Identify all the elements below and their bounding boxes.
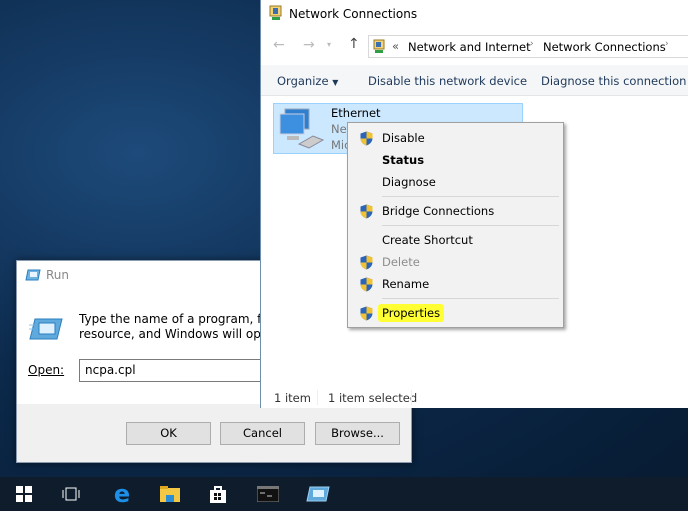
command-prompt-icon[interactable] — [248, 477, 288, 511]
organize-menu[interactable]: Organize ▼ — [277, 74, 338, 88]
network-folder-icon — [373, 39, 385, 53]
menu-item-create-shortcut[interactable]: Create Shortcut — [348, 229, 563, 251]
dropdown-arrow-icon: ▼ — [332, 78, 339, 87]
menu-item-label: Create Shortcut — [382, 233, 473, 247]
menu-item-status[interactable]: Status — [348, 149, 563, 171]
taskbar: e — [0, 477, 688, 511]
status-divider — [317, 390, 318, 405]
menu-separator — [382, 196, 559, 197]
menu-item-disable[interactable]: Disable — [348, 127, 563, 149]
menu-item-properties[interactable]: Properties — [348, 302, 563, 324]
menu-item-diagnose[interactable]: Diagnose — [348, 171, 563, 193]
organize-label: Organize — [277, 74, 329, 88]
menu-item-label: Status — [382, 153, 425, 167]
address-bar[interactable]: « Network and Internet › Network Connect… — [368, 35, 688, 58]
uac-shield-icon — [360, 306, 373, 321]
context-menu: Disable Status Diagnose Bridge Connections C… — [347, 122, 564, 328]
windows-start-icon[interactable] — [4, 477, 44, 511]
chevron-right-icon: › — [530, 39, 534, 49]
window-title: Network Connections — [289, 7, 418, 21]
run-title: Run — [46, 268, 70, 282]
uac-shield-icon — [360, 277, 373, 292]
up-button[interactable]: ↑ — [348, 36, 360, 52]
menu-item-delete[interactable]: Delete — [348, 251, 563, 273]
chevron-right-icon[interactable]: › — [665, 39, 669, 49]
cancel-button[interactable]: Cancel — [220, 422, 305, 445]
forward-button[interactable]: → — [303, 37, 315, 53]
task-view-icon[interactable] — [51, 477, 91, 511]
browse-button[interactable]: Browse... — [315, 422, 400, 445]
selected-count: 1 item selected — [328, 391, 418, 405]
crumb-network-internet[interactable]: Network and Internet — [408, 40, 531, 54]
status-bar: 1 item 1 item selected — [261, 386, 688, 408]
ethernet-name: Ethernet — [331, 106, 381, 120]
run-description-1: Type the name of a program, folde — [79, 312, 288, 326]
status-divider — [411, 390, 412, 405]
run-description-2: resource, and Windows will open i — [79, 327, 284, 341]
command-bar: Organize ▼ Disable this network device D… — [261, 65, 688, 96]
menu-item-label: Properties — [378, 304, 445, 322]
run-program-icon — [29, 318, 63, 340]
item-count: 1 item — [274, 391, 311, 405]
run-icon — [25, 269, 41, 281]
store-icon[interactable] — [198, 477, 238, 511]
menu-item-rename[interactable]: Rename — [348, 273, 563, 295]
recent-dropdown-icon[interactable]: ▾ — [327, 40, 331, 49]
run-icon[interactable] — [298, 477, 338, 511]
ethernet-adapter-icon — [279, 108, 325, 149]
uac-shield-icon — [360, 204, 373, 219]
menu-item-label: Disable — [382, 131, 425, 145]
menu-separator — [382, 225, 559, 226]
open-label: Open: — [28, 363, 65, 377]
menu-separator — [382, 298, 559, 299]
uac-shield-icon — [360, 131, 373, 146]
network-folder-icon — [269, 5, 282, 20]
menu-item-bridge-connections[interactable]: Bridge Connections — [348, 200, 563, 222]
menu-item-label: Delete — [382, 255, 420, 269]
diagnose-connection-button[interactable]: Diagnose this connection — [541, 74, 686, 88]
menu-item-label: Rename — [382, 277, 430, 291]
uac-shield-icon — [360, 255, 373, 270]
crumb-network-connections[interactable]: Network Connections — [543, 40, 666, 54]
disable-device-button[interactable]: Disable this network device — [368, 74, 527, 88]
edge-icon[interactable]: e — [102, 477, 142, 511]
menu-item-label: Bridge Connections — [382, 204, 495, 218]
menu-item-label: Diagnose — [382, 175, 436, 189]
address-overflow[interactable]: « — [392, 39, 399, 53]
ok-button[interactable]: OK — [126, 422, 211, 445]
back-button[interactable]: ← — [273, 37, 285, 53]
file-explorer-icon[interactable] — [150, 477, 190, 511]
